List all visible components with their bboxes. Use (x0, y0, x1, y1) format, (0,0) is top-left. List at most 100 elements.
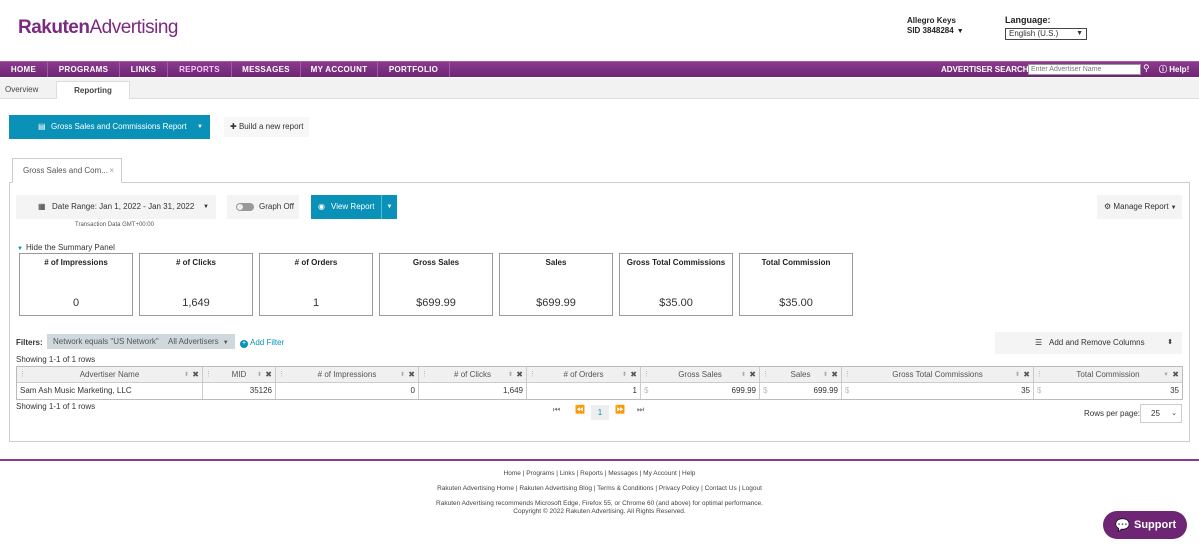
page-number-current[interactable]: 1 (591, 405, 609, 420)
user-sid: SID 3848284 (907, 26, 954, 35)
remove-column-icon[interactable]: ✖ (192, 367, 199, 383)
report-table: ⋮ Advertiser Name ⬍ ✖ ⋮ MID ⬍ ✖ ⋮ # of Impressi… (16, 366, 1183, 400)
sort-descending-icon[interactable]: ▼ (1163, 367, 1169, 383)
remove-column-icon[interactable]: ✖ (516, 367, 523, 383)
date-range-picker[interactable]: ▦ Date Range: Jan 1, 2022 - Jan 31, 2022… (16, 195, 216, 219)
user-name: Allegro Keys (907, 16, 956, 25)
chevron-down-icon: ▼ (17, 246, 23, 252)
filters-label: Filters: (16, 338, 43, 347)
view-report-button[interactable]: ◉ View Report (311, 195, 381, 219)
filter-chip-advertisers[interactable]: All Advertisers ▼ (162, 334, 235, 349)
summary-card-gross-sales: Gross Sales $699.99 (379, 253, 493, 316)
add-remove-columns-button[interactable]: ☰ Add and Remove Columns ⬍ (995, 332, 1182, 354)
view-report-dropdown[interactable]: ▼ (381, 195, 397, 219)
column-header-advertiser-name[interactable]: ⋮ Advertiser Name ⬍ ✖ (17, 367, 203, 383)
drag-handle-icon[interactable]: ⋮ (844, 367, 851, 383)
chevron-down-icon: ▼ (1076, 30, 1083, 37)
drag-handle-icon[interactable]: ⋮ (762, 367, 769, 383)
rows-count-top: Showing 1-1 of 1 rows (16, 355, 96, 364)
footer-copyright: Copyright © 2022 Rakuten Advertising. Al… (513, 508, 686, 515)
cell-clicks: 1,649 (419, 383, 527, 399)
drag-handle-icon[interactable]: ⋮ (1036, 367, 1043, 383)
rakuten-advertising-logo[interactable]: RakutenAdvertising (18, 17, 178, 39)
report-selector-button[interactable]: ▤ Gross Sales and Commissions Report ▼ (9, 115, 210, 139)
toggle-switch[interactable] (236, 203, 254, 211)
sort-icon[interactable]: ⬍ (184, 367, 189, 383)
sort-icon[interactable]: ⬍ (400, 367, 405, 383)
chevron-down-icon: ▼ (386, 204, 393, 210)
remove-column-icon[interactable]: ✖ (408, 367, 415, 383)
column-header-gross-total-commissions[interactable]: ⋮ Gross Total Commissions ⬍ ✖ (842, 367, 1034, 383)
sort-icon[interactable]: ⬍ (257, 367, 262, 383)
rows-per-page-select[interactable]: 25 ⌄ (1140, 404, 1182, 423)
list-icon: ☰ (1035, 338, 1043, 347)
first-page-icon[interactable]: ⏮ (553, 405, 560, 415)
footer-divider (0, 459, 1199, 461)
column-header-clicks[interactable]: ⋮ # of Clicks ⬍ ✖ (419, 367, 527, 383)
next-page-icon[interactable]: ⏩ (615, 405, 625, 414)
chevron-down-icon: ▼ (222, 340, 229, 346)
nav-my-account[interactable]: MY ACCOUNT (301, 62, 378, 77)
drag-handle-icon[interactable]: ⋮ (205, 367, 212, 383)
drag-handle-icon[interactable]: ⋮ (278, 367, 285, 383)
remove-column-icon[interactable]: ✖ (1023, 367, 1030, 383)
support-chat-button[interactable]: 💬 Support (1103, 511, 1187, 539)
plus-icon: ✚ (230, 122, 237, 131)
add-filter-link[interactable]: + Add Filter (240, 338, 284, 348)
language-label: Language: (1005, 15, 1051, 25)
drag-handle-icon[interactable]: ⋮ (643, 367, 650, 383)
build-new-report-button[interactable]: ✚ Build a new report (224, 117, 310, 137)
close-icon[interactable]: × (109, 159, 114, 182)
language-select[interactable]: English (U.S.) ▼ (1005, 28, 1087, 40)
tab-overview[interactable]: Overview (0, 81, 43, 99)
chevron-down-icon: ▼ (1170, 205, 1177, 211)
sort-icon[interactable]: ⬍ (741, 367, 746, 383)
sort-icon[interactable]: ⬍ (622, 367, 627, 383)
column-header-gross-sales[interactable]: ⋮ Gross Sales ⬍ ✖ (641, 367, 760, 383)
previous-page-icon[interactable]: ⏪ (575, 405, 585, 414)
nav-links[interactable]: LINKS (120, 62, 168, 77)
nav-portfolio[interactable]: PORTFOLIO (378, 62, 450, 77)
cell-sales: $699.99 (760, 383, 842, 399)
advertiser-search-input[interactable]: Enter Advertiser Name (1028, 64, 1141, 75)
sort-icon[interactable]: ⬍ (1015, 367, 1020, 383)
filter-chip-network[interactable]: Network equals "US Network" (47, 334, 165, 349)
column-header-total-commission[interactable]: ⋮ Total Commission ▼ ✖ (1034, 367, 1182, 383)
drag-handle-icon[interactable]: ⋮ (421, 367, 428, 383)
column-header-orders[interactable]: ⋮ # of Orders ⬍ ✖ (527, 367, 641, 383)
manage-report-button[interactable]: ⚙ Manage Report ▼ (1097, 195, 1182, 219)
search-icon[interactable]: ⚲ (1143, 63, 1150, 74)
column-header-sales[interactable]: ⋮ Sales ⬍ ✖ (760, 367, 842, 383)
timezone-note: Transaction Data GMT+00:00 (75, 222, 154, 228)
cell-gross-total-commissions: $35 (842, 383, 1034, 399)
nav-reports[interactable]: REPORTS (168, 62, 232, 77)
remove-column-icon[interactable]: ✖ (831, 367, 838, 383)
nav-programs[interactable]: PROGRAMS (48, 62, 120, 77)
drag-handle-icon[interactable]: ⋮ (529, 367, 536, 383)
sort-icon[interactable]: ⬍ (508, 367, 513, 383)
plus-circle-icon: + (240, 340, 248, 348)
column-header-impressions[interactable]: ⋮ # of Impressions ⬍ ✖ (276, 367, 419, 383)
help-link[interactable]: ⓘ Help! (1159, 62, 1189, 77)
sort-icon: ⬍ (1167, 339, 1173, 346)
column-header-mid[interactable]: ⋮ MID ⬍ ✖ (203, 367, 276, 383)
tab-reporting[interactable]: Reporting (56, 81, 130, 99)
remove-column-icon[interactable]: ✖ (265, 367, 272, 383)
drag-handle-icon[interactable]: ⋮ (19, 367, 26, 383)
user-account-menu[interactable]: Allegro Keys SID 3848284 ▼ (907, 16, 964, 37)
report-tab[interactable]: Gross Sales and Com... × (12, 158, 122, 183)
remove-column-icon[interactable]: ✖ (749, 367, 756, 383)
last-page-icon[interactable]: ⏭ (637, 405, 644, 415)
footer-links-primary[interactable]: Home | Programs | Links | Reports | Mess… (0, 470, 1199, 477)
nav-messages[interactable]: MESSAGES (232, 62, 301, 77)
cell-mid: 35126 (203, 383, 276, 399)
eye-icon: ◉ (318, 202, 325, 211)
graph-toggle[interactable]: Graph Off (227, 195, 299, 219)
table-header-row: ⋮ Advertiser Name ⬍ ✖ ⋮ MID ⬍ ✖ ⋮ # of Impressi… (17, 367, 1182, 383)
remove-column-icon[interactable]: ✖ (630, 367, 637, 383)
remove-column-icon[interactable]: ✖ (1172, 367, 1179, 383)
hide-summary-toggle[interactable]: ▼ Hide the Summary Panel (17, 243, 115, 252)
footer-links-secondary[interactable]: Rakuten Advertising Home | Rakuten Adver… (0, 485, 1199, 492)
sort-icon[interactable]: ⬍ (823, 367, 828, 383)
nav-home[interactable]: HOME (0, 62, 48, 77)
